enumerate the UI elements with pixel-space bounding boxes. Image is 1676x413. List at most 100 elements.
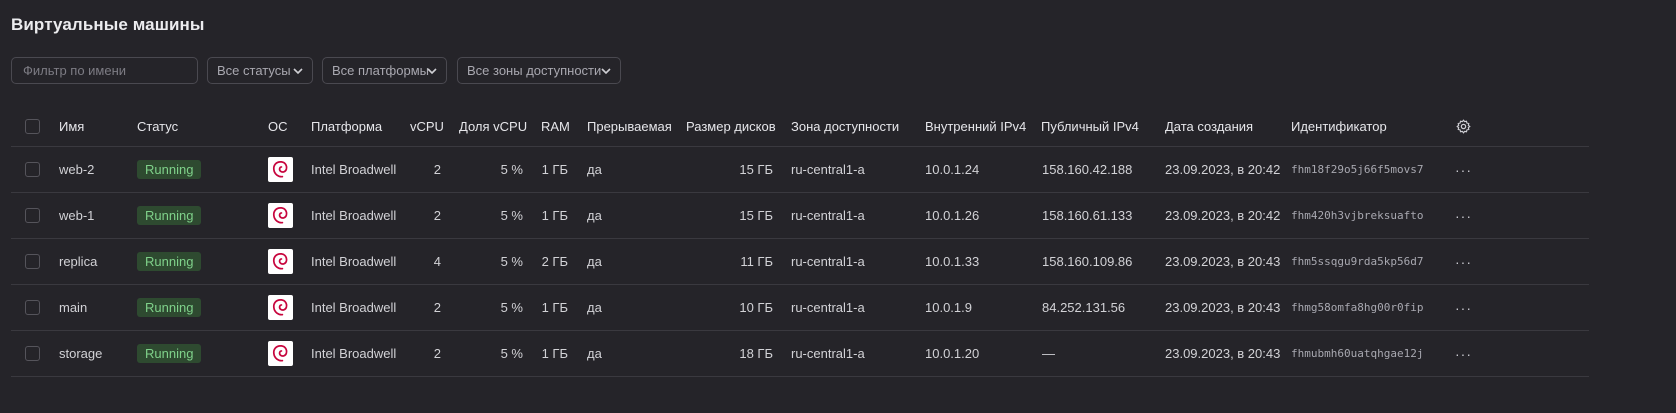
vm-created: 23.09.2023, в 20:42 bbox=[1165, 162, 1281, 177]
vm-name[interactable]: main bbox=[59, 285, 87, 330]
vm-platform: Intel Broadwell bbox=[311, 346, 397, 361]
page-title: Виртуальные машины bbox=[11, 15, 205, 34]
col-vcpu[interactable]: vCPU bbox=[410, 106, 444, 146]
table-row[interactable]: web-1 Running Intel Broadwell 2 5 % 1 ГБ… bbox=[11, 193, 1589, 239]
vm-public-ip: 158.160.42.188 bbox=[1042, 162, 1133, 177]
vm-internal-ip: 10.0.1.33 bbox=[925, 254, 980, 269]
vm-zone: ru-central1-a bbox=[791, 208, 865, 223]
row-checkbox[interactable] bbox=[25, 208, 40, 223]
vm-created: 23.09.2023, в 20:43 bbox=[1165, 346, 1281, 361]
vm-preemptible: да bbox=[587, 208, 602, 223]
status-select[interactable]: Все статусы bbox=[207, 57, 313, 84]
debian-icon bbox=[268, 341, 293, 366]
vm-id: fhm18f29o5j66f5movs7 bbox=[1291, 163, 1424, 176]
vm-zone: ru-central1-a bbox=[791, 254, 865, 269]
col-zone[interactable]: Зона доступности bbox=[791, 106, 899, 146]
vm-vcpu-share: 5 % bbox=[500, 254, 523, 269]
vm-public-ip: 158.160.109.86 bbox=[1042, 254, 1133, 269]
vm-preemptible: да bbox=[587, 254, 602, 269]
row-menu-button[interactable]: ··· bbox=[1455, 239, 1472, 284]
status-badge: Running bbox=[137, 206, 202, 225]
row-menu-button[interactable]: ··· bbox=[1455, 147, 1472, 192]
vm-vcpu-share: 5 % bbox=[500, 346, 523, 361]
zone-select[interactable]: Все зоны доступности bbox=[457, 57, 621, 84]
col-ram[interactable]: RAM bbox=[541, 106, 570, 146]
col-name[interactable]: Имя bbox=[59, 106, 84, 146]
vm-id: fhmubmh60uatqhgae12j bbox=[1291, 347, 1424, 360]
debian-icon bbox=[268, 157, 293, 182]
col-disk-size[interactable]: Размер дисков bbox=[686, 106, 776, 146]
chevron-down-icon bbox=[427, 68, 437, 75]
status-badge: Running bbox=[137, 160, 202, 179]
table-settings-button[interactable] bbox=[1456, 106, 1471, 146]
vm-zone: ru-central1-a bbox=[791, 162, 865, 177]
col-internal-ip[interactable]: Внутренний IPv4 bbox=[925, 106, 1026, 146]
row-checkbox[interactable] bbox=[25, 254, 40, 269]
col-public-ip[interactable]: Публичный IPv4 bbox=[1041, 106, 1139, 146]
vm-ram: 1 ГБ bbox=[541, 300, 568, 315]
table-row[interactable]: web-2 Running Intel Broadwell 2 5 % 1 ГБ… bbox=[11, 147, 1589, 193]
col-status[interactable]: Статус bbox=[137, 106, 178, 146]
col-vcpu-share[interactable]: Доля vCPU bbox=[459, 106, 527, 146]
col-created[interactable]: Дата создания bbox=[1165, 106, 1253, 146]
vm-name[interactable]: replica bbox=[59, 239, 97, 284]
row-menu-button[interactable]: ··· bbox=[1455, 285, 1472, 330]
row-menu-button[interactable]: ··· bbox=[1455, 331, 1472, 376]
vm-zone: ru-central1-a bbox=[791, 346, 865, 361]
zone-select-label: Все зоны доступности bbox=[467, 63, 602, 78]
vm-id: fhmg58omfa8hg00r0fip bbox=[1291, 301, 1424, 314]
select-all-checkbox[interactable] bbox=[25, 118, 40, 134]
vm-internal-ip: 10.0.1.20 bbox=[925, 346, 980, 361]
platform-select-label: Все платформы bbox=[332, 63, 429, 78]
vm-vcpu-share: 5 % bbox=[500, 208, 523, 223]
vm-vcpu: 4 bbox=[433, 254, 441, 269]
vm-ram: 2 ГБ bbox=[541, 254, 568, 269]
gear-icon bbox=[1456, 119, 1471, 133]
vm-internal-ip: 10.0.1.24 bbox=[925, 162, 980, 177]
vm-id: fhm5ssqgu9rda5kp56d7 bbox=[1291, 255, 1424, 268]
col-platform[interactable]: Платформа bbox=[311, 106, 382, 146]
vm-vcpu-share: 5 % bbox=[500, 162, 523, 177]
debian-icon bbox=[268, 249, 293, 274]
status-badge: Running bbox=[137, 252, 202, 271]
vm-disk-size: 15 ГБ bbox=[739, 208, 773, 223]
vm-vcpu: 2 bbox=[433, 162, 441, 177]
row-checkbox[interactable] bbox=[25, 162, 40, 177]
name-filter-field[interactable] bbox=[11, 57, 198, 84]
vm-vcpu: 2 bbox=[433, 208, 441, 223]
row-checkbox[interactable] bbox=[25, 300, 40, 315]
debian-icon bbox=[268, 295, 293, 320]
vm-ram: 1 ГБ bbox=[541, 346, 568, 361]
vm-internal-ip: 10.0.1.9 bbox=[925, 300, 972, 315]
vm-name[interactable]: web-2 bbox=[59, 147, 94, 192]
vm-ram: 1 ГБ bbox=[541, 208, 568, 223]
vm-id: fhm420h3vjbreksuafto bbox=[1291, 209, 1424, 222]
vm-name[interactable]: web-1 bbox=[59, 193, 94, 238]
status-select-label: Все статусы bbox=[217, 63, 291, 78]
table-header: Имя Статус ОС Платформа vCPU Доля vCPU R… bbox=[11, 106, 1589, 147]
debian-icon bbox=[268, 203, 293, 228]
vm-vcpu: 2 bbox=[433, 300, 441, 315]
vm-platform: Intel Broadwell bbox=[311, 300, 397, 315]
vm-preemptible: да bbox=[587, 162, 602, 177]
name-filter-input[interactable] bbox=[21, 62, 197, 79]
vm-name[interactable]: storage bbox=[59, 331, 102, 376]
row-checkbox[interactable] bbox=[25, 346, 40, 361]
vm-platform: Intel Broadwell bbox=[311, 254, 397, 269]
table-row[interactable]: storage Running Intel Broadwell 2 5 % 1 … bbox=[11, 331, 1589, 377]
vm-preemptible: да bbox=[587, 346, 602, 361]
chevron-down-icon bbox=[293, 68, 303, 75]
vm-disk-size: 15 ГБ bbox=[739, 162, 773, 177]
platform-select[interactable]: Все платформы bbox=[322, 57, 447, 84]
vm-public-ip: — bbox=[1042, 346, 1055, 361]
vm-platform: Intel Broadwell bbox=[311, 208, 397, 223]
table-row[interactable]: replica Running Intel Broadwell 4 5 % 2 … bbox=[11, 239, 1589, 285]
col-id[interactable]: Идентификатор bbox=[1291, 106, 1387, 146]
table-row[interactable]: main Running Intel Broadwell 2 5 % 1 ГБ … bbox=[11, 285, 1589, 331]
col-os[interactable]: ОС bbox=[268, 106, 288, 146]
row-menu-button[interactable]: ··· bbox=[1455, 193, 1472, 238]
chevron-down-icon bbox=[601, 68, 611, 75]
vm-disk-size: 18 ГБ bbox=[739, 346, 773, 361]
vm-disk-size: 10 ГБ bbox=[739, 300, 773, 315]
col-preemptible[interactable]: Прерываемая bbox=[587, 106, 672, 146]
